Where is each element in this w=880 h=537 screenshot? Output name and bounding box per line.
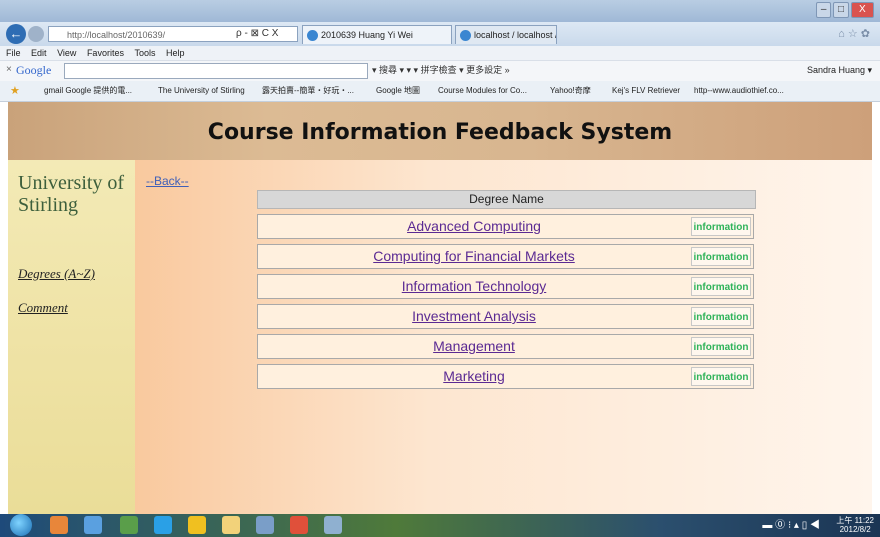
maximize-button[interactable]: □ xyxy=(833,2,849,18)
window-controls: – □ X xyxy=(816,2,874,18)
menu-help[interactable]: Help xyxy=(166,48,185,58)
menu-view[interactable]: View xyxy=(57,48,76,58)
browser-tab-1[interactable]: 2010639 Huang Yi Wei xyxy=(302,25,452,44)
menu-bar: File Edit View Favorites Tools Help xyxy=(0,46,880,60)
menu-file[interactable]: File xyxy=(6,48,21,58)
information-button[interactable]: information xyxy=(691,367,751,386)
favorite-link[interactable]: Kej's FLV Retriever xyxy=(612,81,680,101)
close-toolbar-icon[interactable]: × xyxy=(6,60,12,80)
university-name: University of Stirling xyxy=(18,172,125,216)
favorite-link[interactable]: http--www.audiothief.co... xyxy=(694,81,784,101)
information-button[interactable]: information xyxy=(691,277,751,296)
degrees-link[interactable]: Degrees (A~Z) xyxy=(18,266,95,282)
degree-link[interactable]: Management xyxy=(258,335,690,358)
information-button[interactable]: information xyxy=(691,307,751,326)
favorite-link[interactable]: Google 地圖 xyxy=(376,81,420,101)
page-title: Course Information Feedback System xyxy=(207,120,673,145)
menu-favorites[interactable]: Favorites xyxy=(87,48,124,58)
table-row: Investment Analysis information xyxy=(257,304,754,329)
clock[interactable]: 上午 11:22 2012/8/2 xyxy=(836,516,874,534)
google-search-input[interactable] xyxy=(64,63,368,79)
information-button[interactable]: information xyxy=(691,217,751,236)
table-row: Marketing information xyxy=(257,364,754,389)
degree-link[interactable]: Computing for Financial Markets xyxy=(258,245,690,268)
skype-icon[interactable] xyxy=(154,516,172,534)
back-arrow-icon[interactable]: ← xyxy=(6,24,26,44)
tab-label: localhost / localhost / test / f... xyxy=(474,30,556,40)
degree-link[interactable]: Marketing xyxy=(258,365,690,388)
favorite-link[interactable]: Course Modules for Co... xyxy=(438,81,527,101)
close-button[interactable]: X xyxy=(850,2,874,18)
menu-edit[interactable]: Edit xyxy=(31,48,47,58)
clock-date: 2012/8/2 xyxy=(839,525,871,534)
address-tools[interactable]: ρ - ⊠ C X xyxy=(236,26,278,42)
internet-explorer-icon[interactable] xyxy=(84,516,102,534)
table-row: Advanced Computing information xyxy=(257,214,754,239)
minimize-button[interactable]: – xyxy=(816,2,832,18)
office-icon[interactable] xyxy=(290,516,308,534)
information-button[interactable]: information xyxy=(691,247,751,266)
browser-tab-2[interactable]: localhost / localhost / test / f... xyxy=(455,25,557,44)
system-tray-icons[interactable]: ▬ ⓪ ⁝ ▴ ▯ ◀ xyxy=(762,514,820,537)
degree-link[interactable]: Advanced Computing xyxy=(258,215,690,238)
degree-link[interactable]: Information Technology xyxy=(258,275,690,298)
favorites-star-icon[interactable]: ★ xyxy=(10,81,20,101)
clock-time: 上午 11:22 xyxy=(836,516,874,525)
media-player-icon[interactable] xyxy=(50,516,68,534)
home-favorites-tools-icons[interactable]: ⌂ ☆ ✿ xyxy=(838,27,870,40)
favorite-link[interactable]: The University of Stirling xyxy=(158,81,245,101)
messenger-icon[interactable] xyxy=(188,516,206,534)
google-toolbar-tools[interactable]: ▾ 搜尋 ▾ ▾ ▾ 拼字檢查 ▾ 更多設定 » xyxy=(372,60,510,80)
start-button-icon[interactable] xyxy=(10,514,32,536)
table-header: Degree Name xyxy=(257,190,756,209)
comment-link[interactable]: Comment xyxy=(18,300,68,316)
app-icon[interactable] xyxy=(256,516,274,534)
degree-link[interactable]: Investment Analysis xyxy=(258,305,690,328)
favorite-link[interactable]: 露天拍賣--簡單・好玩・... xyxy=(262,81,354,101)
tab-label: 2010639 Huang Yi Wei xyxy=(321,30,413,40)
favorite-link[interactable]: gmail Google 提供的電... xyxy=(44,81,132,101)
menu-tools[interactable]: Tools xyxy=(134,48,155,58)
folder-icon[interactable] xyxy=(222,516,240,534)
back-link[interactable]: --Back-- xyxy=(146,174,189,188)
google-logo: Google xyxy=(16,63,52,77)
network-icon[interactable] xyxy=(120,516,138,534)
ie-page-icon xyxy=(460,30,471,41)
favorite-link[interactable]: Yahoo!奇摩 xyxy=(550,81,591,101)
information-button[interactable]: information xyxy=(691,337,751,356)
ie-page-icon xyxy=(307,30,318,41)
table-row: Information Technology information xyxy=(257,274,754,299)
paint-icon[interactable] xyxy=(324,516,342,534)
table-row: Management information xyxy=(257,334,754,359)
table-row: Computing for Financial Markets informat… xyxy=(257,244,754,269)
window-titlebar xyxy=(0,0,880,22)
google-user-menu[interactable]: Sandra Huang ▾ xyxy=(807,60,872,80)
forward-arrow-icon[interactable] xyxy=(28,26,44,42)
degree-table: Degree Name Advanced Computing informati… xyxy=(257,190,756,389)
